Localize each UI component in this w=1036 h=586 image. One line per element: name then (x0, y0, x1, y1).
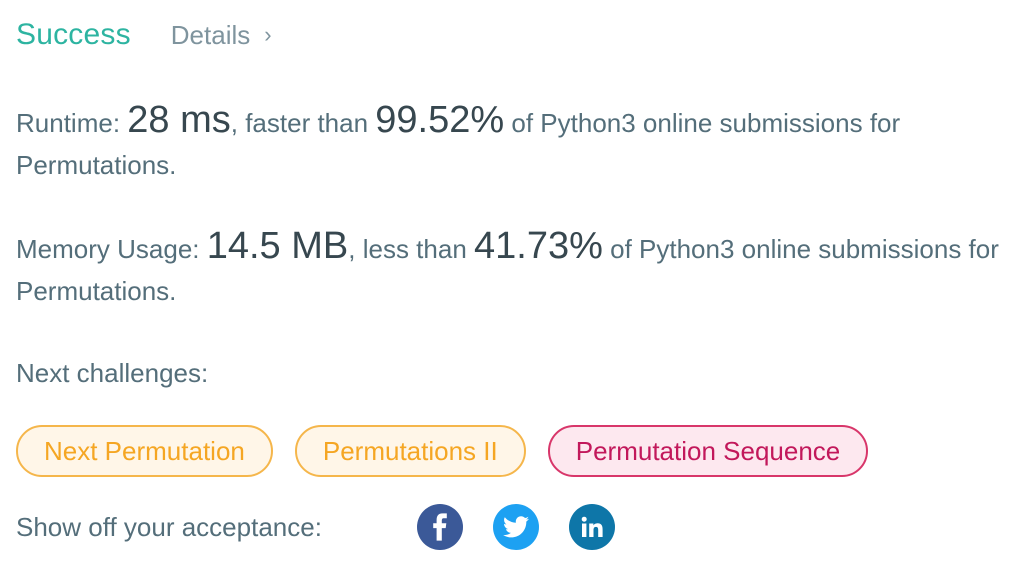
next-challenges-label: Next challenges: (16, 358, 209, 388)
share-label: Show off your acceptance: (16, 511, 322, 542)
runtime-label: Runtime: (16, 108, 128, 138)
memory-value: 14.5 MB (206, 225, 349, 267)
memory-label: Memory Usage: (16, 234, 207, 264)
memory-stat: Memory Usage: 14.5 MB, less than 41.73% … (16, 225, 1021, 312)
next-challenges-list: Next Permutation Permutations II Permuta… (16, 425, 869, 477)
details-link[interactable]: Details › (171, 20, 272, 51)
result-header: Success Details › (16, 18, 272, 52)
runtime-stat: Runtime: 28 ms, faster than 99.52% of Py… (16, 99, 1021, 186)
memory-percent: 41.73% (474, 225, 603, 267)
challenge-permutations-ii[interactable]: Permutations II (294, 425, 526, 477)
social-share-buttons (417, 504, 615, 550)
submission-status: Success (16, 18, 131, 51)
challenge-next-permutation[interactable]: Next Permutation (16, 425, 273, 477)
twitter-icon[interactable] (493, 504, 539, 550)
linkedin-icon[interactable] (569, 504, 615, 550)
memory-mid: , less than (348, 234, 474, 264)
facebook-icon[interactable] (417, 504, 463, 550)
details-label: Details (170, 20, 251, 50)
runtime-mid: , faster than (230, 108, 376, 138)
share-row: Show off your acceptance: (16, 504, 615, 550)
runtime-percent: 99.52% (375, 99, 505, 141)
chevron-right-icon: › (264, 21, 272, 47)
runtime-value: 28 ms (127, 99, 231, 141)
challenge-permutation-sequence[interactable]: Permutation Sequence (547, 425, 869, 477)
